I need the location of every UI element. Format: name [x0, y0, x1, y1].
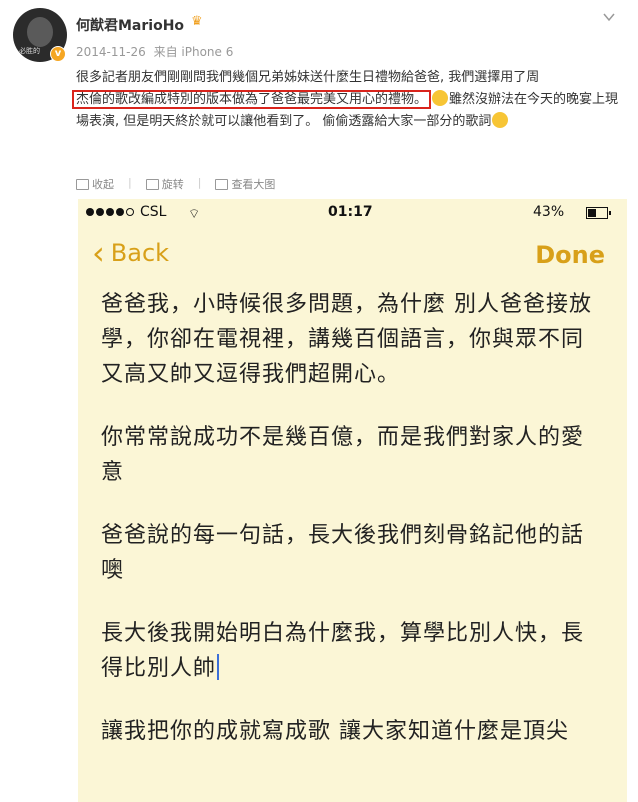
view-large-icon: [215, 178, 229, 190]
collapse-label: 收起: [92, 178, 114, 191]
status-bar: CSL ⌔ 01:17 43%: [78, 199, 627, 227]
lyrics-paragraph: 爸爸我，小時候很多問題，為什麼 別人爸爸接放學，你卻在電視裡，講幾百個語言，你與…: [101, 292, 592, 387]
image-actions: 收起 | 旋转 | 查看大图: [76, 176, 275, 192]
rotate-label: 旋转: [161, 178, 184, 191]
nav-bar: ‹ Back Done: [78, 237, 627, 277]
verified-badge-icon: v: [50, 46, 66, 62]
post-text: 很多記者朋友們剛剛問我們幾個兄弟姊妹送什麼生日禮物給爸爸, 我們選擇用了周杰倫的…: [72, 67, 626, 133]
rotate-button[interactable]: 旋转: [145, 176, 184, 192]
lyrics-line: 長大後我開始明白為什麼我，算學比別人快，長得比別人帥: [101, 621, 585, 681]
avatar-mark: 必胜的: [19, 47, 40, 55]
crown-icon: ♛: [191, 14, 203, 29]
notes-screenshot[interactable]: CSL ⌔ 01:17 43% ‹ Back Done 爸爸我，小時候很多問題，…: [78, 199, 627, 802]
back-button[interactable]: ‹ Back: [92, 237, 169, 269]
post-date[interactable]: 2014-11-26: [76, 45, 146, 59]
divider: |: [128, 176, 132, 189]
back-chevron-icon: ‹: [92, 234, 105, 272]
back-label: Back: [110, 239, 170, 267]
chevron-down-icon[interactable]: [602, 10, 616, 24]
collapse-button[interactable]: 收起: [76, 176, 114, 192]
highlighted-sentence: 杰倫的歌改編成特別的版本做為了爸爸最完美又用心的禮物。: [72, 90, 432, 109]
post-text-before: 很多記者朋友們剛剛問我們幾個兄弟姊妹送什麼生日禮物給爸爸, 我們選擇用了周: [76, 70, 540, 85]
tongue-emoji-icon: [492, 112, 509, 128]
battery-fill: [588, 209, 596, 217]
status-time: 01:17: [328, 204, 373, 220]
lyrics-paragraph: 爸爸說的每一句話，長大後我們刻骨銘記他的話 噢: [101, 523, 585, 583]
avatar-face: [27, 17, 53, 47]
post-source: 来自 iPhone 6: [153, 45, 234, 59]
lyrics-paragraph: 讓我把你的成就寫成歌 讓大家知道什麼是頂尖: [101, 719, 569, 744]
collapse-icon: [76, 178, 89, 190]
battery-icon: [586, 207, 611, 219]
battery-percent: 43%: [533, 204, 565, 220]
carrier-label: CSL: [140, 204, 167, 220]
rotate-icon: [145, 178, 159, 190]
lyrics-paragraph: 你常常說成功不是幾百億，而是我們對家人的愛意: [101, 425, 585, 485]
lyrics-paragraph: 長大後我開始明白為什麼我，算學比別人快，長得比別人帥: [101, 616, 601, 686]
post-meta: 2014-11-26 来自 iPhone 6: [76, 43, 237, 60]
text-cursor: [217, 654, 220, 680]
done-button[interactable]: Done: [535, 241, 605, 269]
view-large-button[interactable]: 查看大图: [215, 176, 275, 192]
lyrics-text[interactable]: 爸爸我，小時候很多問題，為什麼 別人爸爸接放學，你卻在電視裡，講幾百個語言，你與…: [101, 287, 601, 777]
view-large-label: 查看大图: [231, 178, 276, 191]
smile-emoji-icon: [432, 90, 449, 106]
wifi-icon: ⌔: [188, 207, 201, 222]
author-name[interactable]: 何猷君MarioHo: [76, 15, 184, 35]
weibo-post: 必胜的 v 何猷君MarioHo ♛ 2014-11-26 来自 iPhone …: [0, 0, 638, 802]
divider: |: [197, 176, 202, 189]
signal-icon: [86, 208, 134, 216]
